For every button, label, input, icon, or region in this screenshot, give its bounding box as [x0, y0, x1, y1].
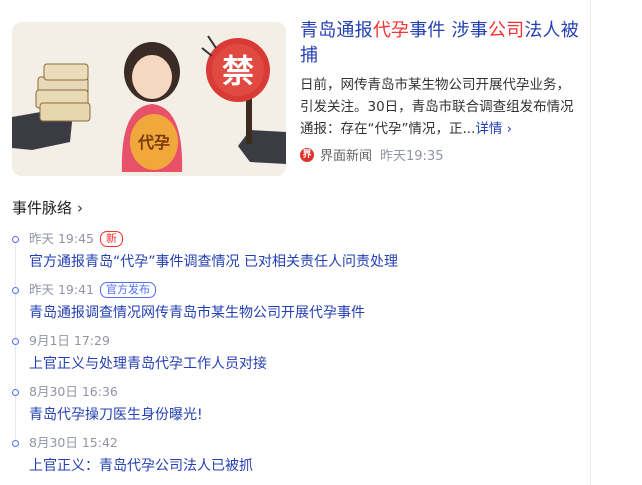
chevron-right-icon: › [502, 121, 513, 137]
timeline-meta: 9月1日 17:29 [29, 332, 110, 350]
news-source: 界 界面新闻 昨天19:35 [300, 145, 582, 164]
details-link[interactable]: 详情 › [475, 121, 512, 137]
timeline-item: 8月30日 16:36 青岛代孕操刀医生身份曝光! [12, 383, 572, 434]
timeline-dot [12, 236, 19, 243]
timeline-time: 昨天 19:41 [29, 282, 94, 297]
timeline-item: 9月1日 17:29 上官正义与处理青岛代孕工作人员对接 [12, 332, 572, 383]
timeline-item: 昨天 19:45 新 官方通报青岛“代孕”事件调查情况 已对相关责任人问责处理 [12, 230, 572, 281]
title-part: 事件 涉事 [409, 20, 488, 41]
official-badge: 官方发布 [100, 282, 156, 298]
sign-label: 禁 [222, 52, 254, 90]
timeline-dot [12, 287, 19, 294]
news-text: 青岛通报代孕事件 涉事公司法人被捕 日前，网传青岛市某生物公司开展代孕业务，引发… [300, 18, 582, 164]
timeline: 昨天 19:45 新 官方通报青岛“代孕”事件调查情况 已对相关责任人问责处理 … [12, 230, 572, 485]
timeline-time: 8月30日 16:36 [29, 384, 118, 399]
timeline-link[interactable]: 上官正义与处理青岛代孕工作人员对接 [29, 354, 267, 374]
timeline-time: 8月30日 15:42 [29, 435, 118, 450]
news-image[interactable]: 代孕 禁 [12, 22, 286, 176]
news-title[interactable]: 青岛通报代孕事件 涉事公司法人被捕 [300, 18, 582, 68]
abstract-text: 日前，网传青岛市某生物公司开展代孕业务，引发关注。30日，青岛市联合调查组发布情… [300, 77, 574, 137]
timeline-title: 事件脉络 [12, 199, 73, 217]
timeline-meta: 8月30日 16:36 [29, 383, 118, 401]
timeline-meta: 昨天 19:41 官方发布 [29, 281, 156, 299]
timeline-header[interactable]: 事件脉络 › [12, 197, 83, 218]
source-name[interactable]: 界面新闻 [320, 145, 372, 164]
chevron-right-icon: › [77, 198, 84, 217]
jiemian-logo-icon: 界 [300, 147, 314, 162]
timeline-dot [12, 389, 19, 396]
news-abstract: 日前，网传青岛市某生物公司开展代孕业务，引发关注。30日，青岛市联合调查组发布情… [300, 74, 582, 140]
news-card: 代孕 禁 青岛通报代孕事件 涉事公司法人被捕 日前，网传青岛市某生物公司开展代孕… [0, 0, 591, 485]
title-part: 青岛通报 [300, 20, 373, 41]
timeline-meta: 昨天 19:45 新 [29, 230, 123, 248]
top-news: 代孕 禁 青岛通报代孕事件 涉事公司法人被捕 日前，网传青岛市某生物公司开展代孕… [12, 18, 582, 178]
timeline-link[interactable]: 青岛通报调查情况网传青岛市某生物公司开展代孕事件 [29, 303, 365, 323]
timeline-item: 8月30日 15:42 上官正义：青岛代孕公司法人已被抓 [12, 434, 572, 485]
new-badge: 新 [100, 231, 123, 247]
timeline-time: 9月1日 17:29 [29, 333, 110, 348]
source-time: 昨天19:35 [380, 149, 444, 164]
title-part-highlight: 代孕 [372, 20, 410, 41]
timeline-link[interactable]: 官方通报青岛“代孕”事件调查情况 已对相关责任人问责处理 [29, 252, 398, 272]
timeline-item: 昨天 19:41 官方发布 青岛通报调查情况网传青岛市某生物公司开展代孕事件 [12, 281, 572, 332]
timeline-time: 昨天 19:45 [29, 231, 94, 246]
timeline-link[interactable]: 上官正义：青岛代孕公司法人已被抓 [29, 456, 253, 476]
details-label: 详情 [475, 121, 503, 137]
timeline-dot [12, 440, 19, 447]
timeline-link[interactable]: 青岛代孕操刀医生身份曝光! [29, 405, 203, 425]
timeline-dot [12, 338, 19, 345]
belly-label: 代孕 [137, 133, 170, 152]
title-part-highlight: 公司 [487, 20, 525, 41]
timeline-meta: 8月30日 15:42 [29, 434, 118, 452]
